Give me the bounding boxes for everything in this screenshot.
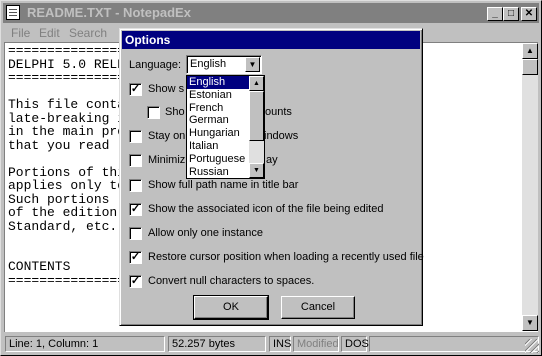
checkbox-show-counts[interactable] [147, 106, 160, 119]
resize-grip[interactable] [525, 339, 539, 353]
title-bar[interactable]: README.TXT - NotepadEx _ □ ✕ [3, 3, 539, 23]
language-option-french[interactable]: French [187, 102, 249, 115]
checkbox-convert-null[interactable]: ✓ [129, 275, 142, 288]
language-option-german[interactable]: German [187, 114, 249, 127]
option-windows-label: indows [264, 130, 299, 142]
checkbox-minimize[interactable] [129, 154, 142, 167]
option-tray-label: ay [266, 154, 278, 166]
maximize-button[interactable]: □ [503, 7, 519, 21]
checkbox-restore-cursor[interactable]: ✓ [129, 251, 142, 264]
language-option-hungarian[interactable]: Hungarian [187, 127, 249, 140]
status-insert-mode: INS [269, 336, 291, 352]
dropdown-scroll-down-button[interactable]: ▼ [249, 163, 264, 178]
ok-button[interactable]: OK [193, 295, 269, 320]
option-stay-label: Stay on [148, 130, 186, 142]
status-size: 52.257 bytes [168, 336, 266, 352]
scroll-down-button[interactable]: ▼ [522, 315, 538, 331]
status-bar: Line: 1, Column: 1 52.257 bytes INS Modi… [3, 335, 539, 353]
window-title: README.TXT - NotepadEx [27, 5, 191, 20]
checkbox-associated-icon[interactable]: ✓ [129, 203, 142, 216]
option-counts-label: ounts [265, 106, 292, 118]
close-button[interactable]: ✕ [521, 7, 537, 21]
menu-search[interactable]: Search [69, 26, 107, 40]
option-sho-label: Sho [165, 106, 185, 118]
checkbox-full-path[interactable] [129, 179, 142, 192]
checkbox-show-s[interactable]: ✓ [129, 83, 142, 96]
language-option-portuguese[interactable]: Portuguese [187, 153, 249, 166]
option-show-s-label: Show s [148, 83, 185, 95]
chevron-down-icon[interactable]: ▼ [245, 57, 260, 72]
language-value: English [190, 58, 227, 70]
status-format: DOS [341, 336, 369, 352]
scroll-up-button[interactable]: ▲ [522, 43, 538, 59]
menu-edit[interactable]: Edit [39, 26, 60, 40]
cancel-button[interactable]: Cancel [281, 296, 355, 319]
option-associated-icon-label: Show the associated icon of the file bei… [148, 203, 384, 215]
menu-file[interactable]: File [11, 26, 30, 40]
status-modified: Modified [293, 336, 339, 352]
option-restore-cursor-label: Restore cursor position when loading a r… [148, 251, 424, 263]
option-minimize-label: Minimiz [148, 154, 186, 166]
status-position: Line: 1, Column: 1 [5, 336, 165, 352]
dropdown-scroll-up-button[interactable]: ▲ [249, 76, 264, 91]
option-one-instance-label: Allow only one instance [148, 227, 263, 239]
option-convert-null-label: Convert null characters to spaces. [148, 275, 315, 287]
dropdown-scrollbar[interactable]: ▲ ▼ [249, 76, 264, 178]
language-label: Language: [129, 59, 181, 71]
options-dialog: Options Language: English ▼ ✓ Show s Sho… [119, 28, 424, 326]
notepad-icon [6, 5, 20, 20]
checkbox-one-instance[interactable] [129, 227, 142, 240]
dialog-title[interactable]: Options [122, 31, 420, 49]
language-option-english[interactable]: English [187, 76, 249, 89]
vertical-scrollbar[interactable]: ▲ ▼ [522, 43, 538, 331]
language-option-italian[interactable]: Italian [187, 140, 249, 153]
language-option-estonian[interactable]: Estonian [187, 89, 249, 102]
scroll-thumb[interactable] [522, 59, 538, 75]
status-empty-panel [369, 336, 539, 352]
dropdown-scroll-thumb[interactable] [249, 91, 264, 141]
option-full-path-label: Show full path name in title bar [148, 179, 299, 191]
language-option-russian[interactable]: Russian [187, 166, 249, 179]
checkbox-stay-on-top[interactable] [129, 130, 142, 143]
language-dropdown-list[interactable]: English Estonian French German Hungarian… [186, 75, 265, 179]
minimize-button[interactable]: _ [487, 7, 503, 21]
language-select[interactable]: English ▼ [186, 55, 262, 74]
